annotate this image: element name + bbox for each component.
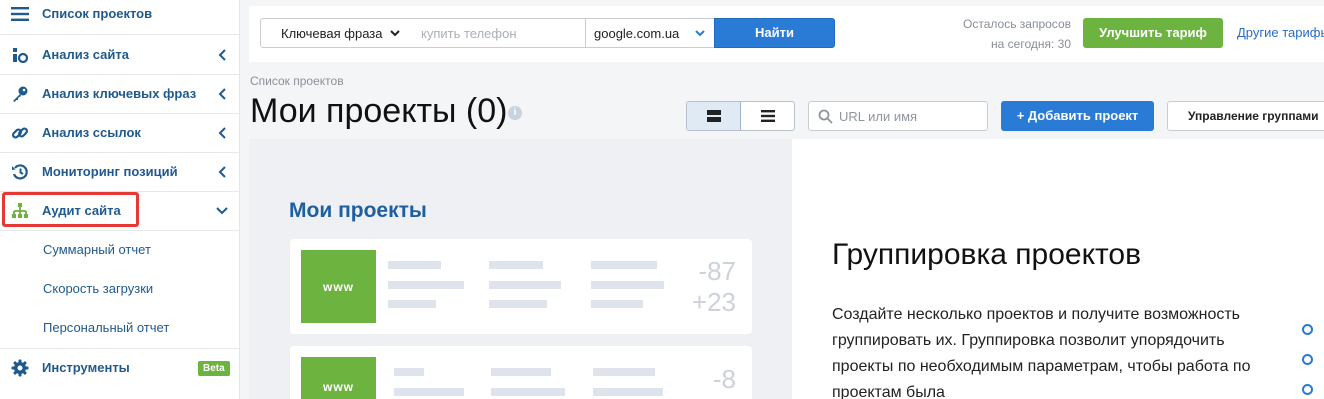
key-icon bbox=[10, 84, 30, 104]
sidebar-item-position-monitoring[interactable]: Мониторинг позиций bbox=[0, 152, 240, 191]
stat-number: -8 bbox=[712, 364, 736, 394]
breadcrumb[interactable]: Список проектов bbox=[250, 74, 344, 88]
chevron-down-icon bbox=[389, 26, 401, 45]
stat-number: +23 bbox=[691, 287, 736, 317]
add-project-button[interactable]: + Добавить проект bbox=[1001, 101, 1154, 131]
view-cards-button[interactable] bbox=[687, 102, 741, 130]
view-list-button[interactable] bbox=[741, 102, 794, 130]
history-icon bbox=[10, 162, 30, 182]
other-plans-link[interactable]: Другие тарифы bbox=[1237, 25, 1324, 40]
page-title: Мои проекты (0) bbox=[250, 92, 508, 130]
view-toggle bbox=[686, 101, 795, 131]
placeholder-bar bbox=[593, 368, 655, 376]
beta-badge: Beta bbox=[198, 361, 230, 376]
www-badge: www bbox=[301, 357, 376, 399]
placeholder-bar bbox=[491, 368, 551, 376]
preview-card: www -8 bbox=[290, 346, 752, 399]
chevron-down-icon bbox=[694, 26, 706, 45]
gear-icon bbox=[10, 358, 30, 378]
request-limit-line2: на сегодня: 30 bbox=[991, 37, 1071, 51]
stat-number: -87 bbox=[698, 256, 736, 286]
search-bar: Ключевая фраза google.com.ua Найти Остал… bbox=[249, 6, 1324, 62]
sidebar-item-label: Мониторинг позиций bbox=[42, 164, 178, 179]
search-mode-value: Ключевая фраза bbox=[281, 26, 383, 41]
search-mode-select[interactable]: Ключевая фраза bbox=[260, 18, 410, 48]
search-engine-select[interactable]: google.com.ua bbox=[585, 18, 715, 48]
info-icon[interactable]: i bbox=[508, 106, 522, 120]
highlight-box bbox=[2, 192, 139, 227]
phrase-input[interactable] bbox=[409, 18, 586, 48]
placeholder-bar bbox=[489, 300, 547, 308]
request-limit: Осталось запросов на сегодня: 30 bbox=[963, 14, 1071, 54]
search-engine-value: google.com.ua bbox=[594, 26, 680, 41]
placeholder-bar bbox=[591, 300, 643, 308]
placeholder-bar bbox=[491, 388, 565, 396]
sidebar-subitem-label: Суммарный отчет bbox=[43, 242, 151, 257]
placeholder-bar bbox=[489, 281, 561, 289]
carousel-dot[interactable] bbox=[1302, 354, 1313, 365]
chevron-left-icon bbox=[214, 47, 230, 63]
sidebar-item-link-analysis[interactable]: Анализ ссылок bbox=[0, 113, 240, 152]
preview-title: Мои проекты bbox=[289, 199, 427, 222]
chevron-left-icon bbox=[214, 86, 230, 102]
sidebar: Список проектов Анализ сайта Анализ ключ… bbox=[0, 0, 240, 399]
sidebar-subitem-summary-report[interactable]: Суммарный отчет bbox=[0, 230, 240, 269]
placeholder-bar bbox=[593, 388, 663, 396]
url-search bbox=[808, 101, 988, 131]
sidebar-item-keyword-analysis[interactable]: Анализ ключевых фраз bbox=[0, 74, 240, 113]
carousel-dot[interactable] bbox=[1302, 324, 1313, 335]
search-icon bbox=[818, 109, 833, 129]
chevron-down-icon bbox=[214, 203, 230, 219]
sidebar-subitem-label: Скорость загрузки bbox=[43, 281, 154, 296]
placeholder-bar bbox=[591, 281, 664, 289]
manage-groups-button[interactable]: Управление группами bbox=[1167, 101, 1324, 131]
carousel-dot[interactable] bbox=[1302, 384, 1313, 395]
placeholder-bar bbox=[394, 388, 464, 396]
upgrade-plan-button[interactable]: Улучшить тариф bbox=[1083, 18, 1223, 48]
link-icon bbox=[10, 123, 30, 143]
find-button[interactable]: Найти bbox=[714, 18, 835, 48]
sidebar-subitem-personal-report[interactable]: Персональный отчет bbox=[0, 308, 240, 347]
placeholder-bar bbox=[388, 300, 436, 308]
cards-view-icon bbox=[706, 110, 721, 122]
site-analysis-icon bbox=[10, 45, 30, 65]
chevron-left-icon bbox=[214, 164, 230, 180]
chevron-left-icon bbox=[214, 125, 230, 141]
placeholder-bar bbox=[591, 261, 657, 269]
sidebar-item-label: Анализ сайта bbox=[42, 47, 130, 62]
sidebar-item-label: Список проектов bbox=[42, 6, 153, 21]
sidebar-item-project-list[interactable]: Список проектов bbox=[0, 0, 240, 33]
promo-title: Группировка проектов bbox=[832, 238, 1142, 271]
sidebar-subitem-load-speed[interactable]: Скорость загрузки bbox=[0, 269, 240, 308]
preview-card: www -87 +23 bbox=[290, 239, 752, 334]
sidebar-item-label: Анализ ссылок bbox=[42, 125, 141, 140]
sidebar-subitem-label: Персональный отчет bbox=[43, 320, 170, 335]
placeholder-bar bbox=[388, 281, 464, 289]
www-badge: www bbox=[301, 250, 376, 323]
placeholder-bar bbox=[489, 261, 543, 269]
promo-text: Создайте несколько проектов и получите в… bbox=[832, 306, 1251, 399]
request-limit-line1: Осталось запросов bbox=[963, 17, 1071, 31]
placeholder-bar bbox=[388, 261, 441, 269]
placeholder-bar bbox=[394, 368, 424, 376]
sidebar-item-label: Анализ ключевых фраз bbox=[42, 86, 197, 101]
url-search-input[interactable] bbox=[839, 102, 984, 130]
menu-icon bbox=[10, 4, 30, 24]
list-view-icon bbox=[761, 110, 775, 122]
sidebar-item-site-analysis[interactable]: Анализ сайта bbox=[0, 35, 240, 74]
sidebar-item-label: Инструменты bbox=[42, 360, 130, 375]
